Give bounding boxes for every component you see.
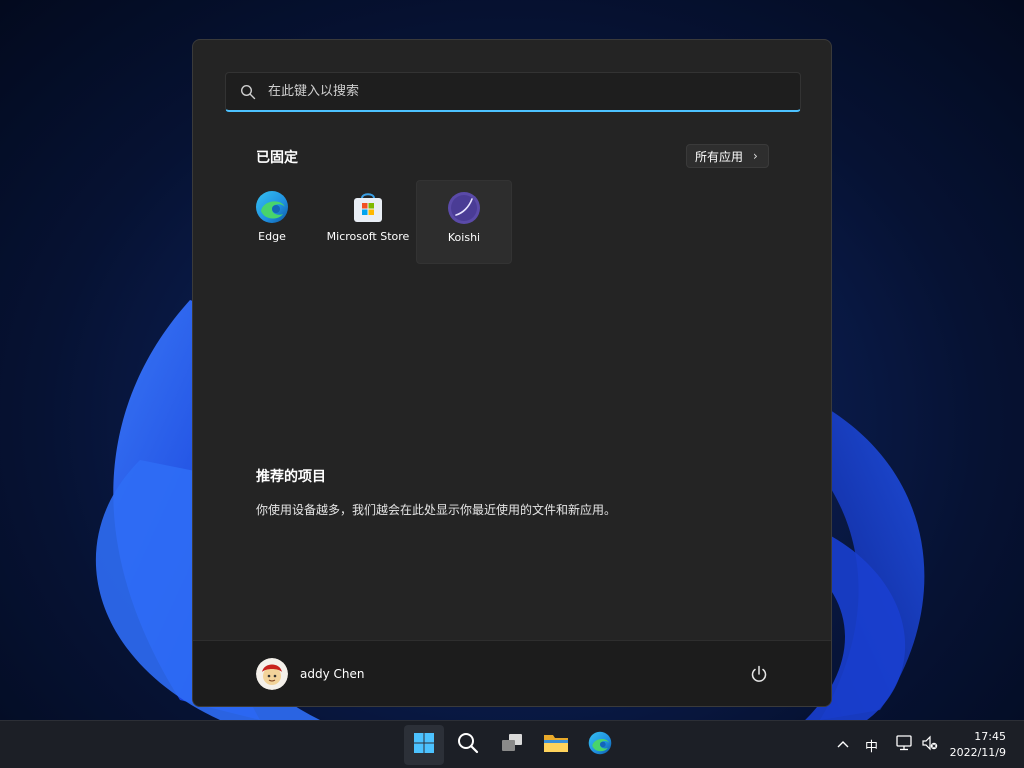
taskbar-edge-button[interactable]: [580, 725, 620, 765]
file-explorer-icon: [543, 732, 569, 758]
power-icon[interactable]: [749, 664, 769, 684]
user-account-button[interactable]: addy Chen: [256, 658, 364, 690]
pinned-title: 已固定: [256, 150, 298, 166]
all-apps-button[interactable]: 所有应用 ›: [686, 144, 769, 168]
clock-date: 2022/11/9: [949, 746, 1006, 759]
recommended-text: 你使用设备越多，我们越会在此处显示你最近使用的文件和新应用。: [256, 503, 617, 517]
app-label: Microsoft Store: [326, 230, 410, 243]
edge-icon: [255, 190, 289, 224]
search-input[interactable]: [268, 84, 748, 99]
network-icon: [896, 735, 914, 755]
start-menu: 已固定 所有应用 › Edge Microsoft Sto: [192, 39, 832, 707]
edge-icon: [588, 731, 612, 759]
file-explorer-button[interactable]: [536, 725, 576, 765]
pinned-app-koishi[interactable]: Koishi: [416, 180, 512, 264]
chevron-up-icon: [836, 738, 850, 753]
volume-button[interactable]: [921, 721, 939, 768]
taskbar: 中 17:45 2022/11/9: [0, 720, 1024, 768]
koishi-icon: [447, 191, 481, 225]
pinned-app-microsoft-store[interactable]: Microsoft Store: [320, 180, 416, 264]
clock-time: 17:45: [974, 730, 1006, 743]
store-icon: [351, 190, 385, 224]
task-view-button[interactable]: [492, 725, 532, 765]
search-box[interactable]: [225, 72, 801, 112]
clock[interactable]: 17:45 2022/11/9: [950, 729, 1006, 761]
user-avatar: [256, 658, 288, 690]
pinned-app-edge[interactable]: Edge: [224, 180, 320, 264]
recommended-title: 推荐的项目: [256, 469, 326, 485]
volume-muted-icon: [921, 735, 939, 755]
all-apps-label: 所有应用: [695, 149, 744, 164]
user-name: addy Chen: [300, 667, 365, 681]
start-icon: [413, 732, 435, 758]
network-button[interactable]: [896, 721, 914, 768]
ime-indicator[interactable]: 中: [865, 721, 878, 768]
taskbar-search-button[interactable]: [448, 725, 488, 765]
app-label: Edge: [258, 230, 286, 243]
app-label: Koishi: [447, 231, 481, 244]
chevron-right-icon: ›: [753, 149, 758, 163]
tray-overflow-button[interactable]: [836, 721, 850, 768]
search-icon: [240, 84, 256, 100]
start-footer: addy Chen: [193, 640, 831, 706]
task-view-icon: [500, 732, 524, 758]
ime-label: 中: [865, 739, 879, 755]
start-button[interactable]: [404, 725, 444, 765]
search-icon: [457, 732, 479, 758]
